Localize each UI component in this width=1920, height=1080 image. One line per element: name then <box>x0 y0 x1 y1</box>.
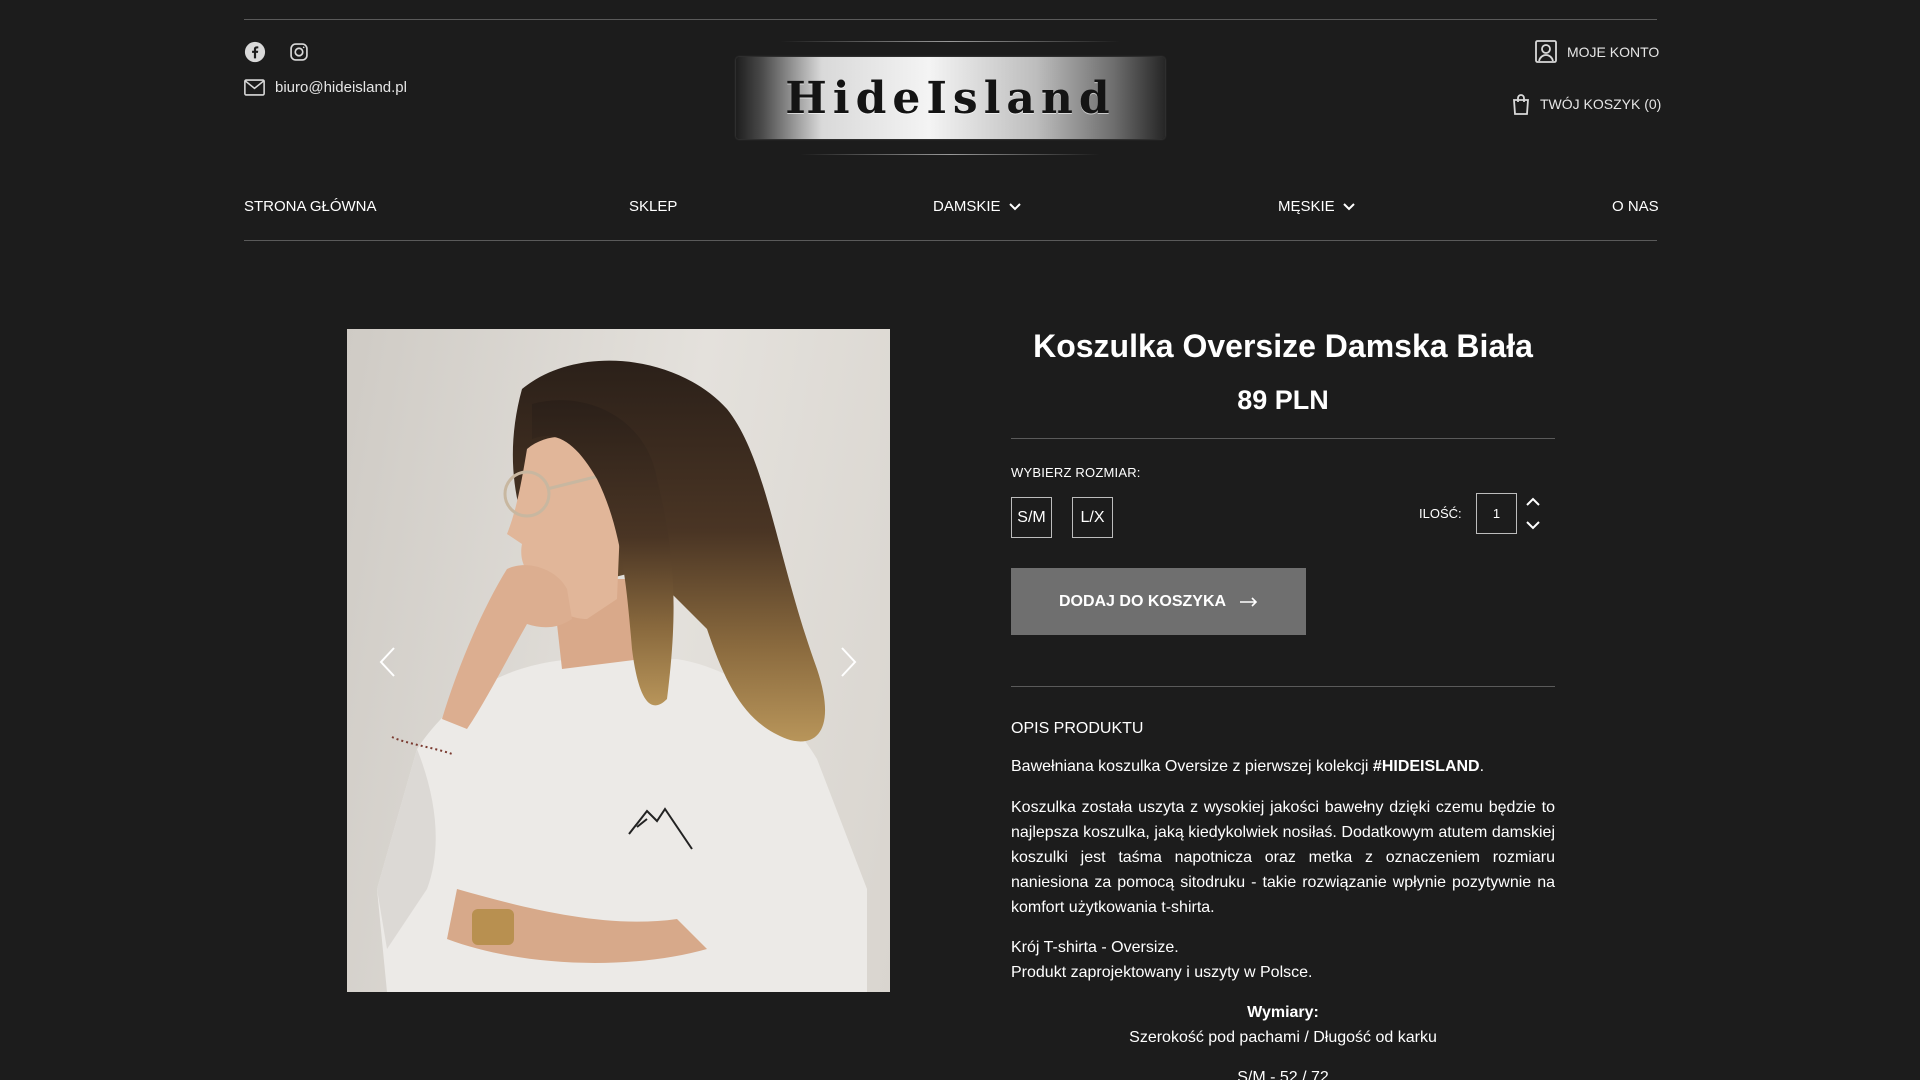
chevron-down-icon <box>1342 202 1355 211</box>
nav-women[interactable]: DAMSKIE <box>933 198 1021 215</box>
size-label: WYBIERZ ROZMIAR: <box>1011 465 1141 480</box>
description-intro: Bawełniana koszulka Oversize z pierwszej… <box>1011 754 1555 779</box>
size-lx-button[interactable]: L/X <box>1072 497 1113 538</box>
nav-shop-label: SKLEP <box>629 198 678 215</box>
nav-home[interactable]: STRONA GŁÓWNA <box>244 198 377 215</box>
description-intro-tag: #HIDEISLAND <box>1372 758 1480 775</box>
description-divider <box>1011 686 1555 687</box>
nav-about[interactable]: O NAS <box>1612 198 1659 215</box>
gallery-next-button[interactable] <box>836 644 860 680</box>
quantity-input[interactable]: 1 <box>1476 493 1517 534</box>
description-intro-end: . <box>1479 758 1485 775</box>
email-link[interactable]: biuro@hideisland.pl <box>244 79 407 96</box>
add-to-cart-label: DODAJ DO KOSZYKA <box>1058 592 1227 610</box>
product-photo-illustration <box>377 360 867 992</box>
description-cut: Krój T-shirta - Oversize. <box>1011 939 1179 956</box>
chevron-right-icon <box>836 644 860 680</box>
facebook-icon[interactable] <box>244 41 266 63</box>
chevron-down-icon <box>1008 202 1021 211</box>
my-account-label: MOJE KONTO <box>1567 43 1660 60</box>
my-account-link[interactable]: MOJE KONTO <box>1535 40 1659 63</box>
description-made-in: Produkt zaprojektowany i uszyty w Polsce… <box>1011 964 1313 981</box>
nav-shop[interactable]: SKLEP <box>629 198 677 215</box>
logo-bottom-line <box>800 154 1100 155</box>
description-heading: OPIS PRODUKTU <box>1011 720 1144 737</box>
price-divider <box>1011 438 1555 439</box>
nav-about-label: O NAS <box>1612 198 1659 215</box>
site-logo[interactable]: HideIsland <box>736 57 1165 139</box>
nav-men-label: MĘSKIE <box>1278 198 1335 215</box>
header-top-rule <box>244 19 1657 20</box>
instagram-icon[interactable] <box>289 42 309 62</box>
add-to-cart-button[interactable]: DODAJ DO KOSZYKA <box>1011 568 1306 635</box>
product-title: Koszulka Oversize Damska Biała <box>1033 328 1533 364</box>
product-price: 89 PLN <box>1237 385 1329 415</box>
user-icon <box>1535 40 1557 63</box>
quantity-increase-button[interactable] <box>1526 497 1540 506</box>
size-sm-button[interactable]: S/M <box>1011 497 1052 538</box>
description-intro-text: Bawełniana koszulka Oversize z pierwszej… <box>1011 758 1373 775</box>
chevron-down-icon <box>1526 521 1540 530</box>
cart-label: TWÓJ KOSZYK (0) <box>1540 96 1662 112</box>
product-image <box>347 329 890 992</box>
description-paragraph: Koszulka została uszyta z wysokiej jakoś… <box>1011 799 1555 916</box>
dimensions-subheading: Szerokość pod pachami / Długość od karku <box>1129 1029 1437 1046</box>
logo-top-line <box>780 41 1120 42</box>
chevron-left-icon <box>376 644 400 680</box>
shopping-bag-icon <box>1512 93 1530 115</box>
mail-icon <box>244 79 265 96</box>
logo-text: HideIsland <box>785 72 1116 124</box>
cart-link[interactable]: TWÓJ KOSZYK (0) <box>1512 93 1661 115</box>
dimensions-sm: S/M - 52 / 72 <box>1237 1069 1329 1080</box>
nav-home-label: STRONA GŁÓWNA <box>244 198 377 215</box>
nav-women-label: DAMSKIE <box>933 198 1001 215</box>
gallery-prev-button[interactable] <box>376 644 400 680</box>
arrow-right-icon <box>1240 596 1258 607</box>
quantity-decrease-button[interactable] <box>1526 521 1540 530</box>
chevron-up-icon <box>1526 497 1540 506</box>
email-text: biuro@hideisland.pl <box>275 79 407 96</box>
nav-men[interactable]: MĘSKIE <box>1278 198 1355 215</box>
quantity-label: ILOŚĆ: <box>1419 506 1462 521</box>
nav-bottom-rule <box>244 240 1657 241</box>
dimensions-heading: Wymiary: <box>1247 1004 1319 1021</box>
